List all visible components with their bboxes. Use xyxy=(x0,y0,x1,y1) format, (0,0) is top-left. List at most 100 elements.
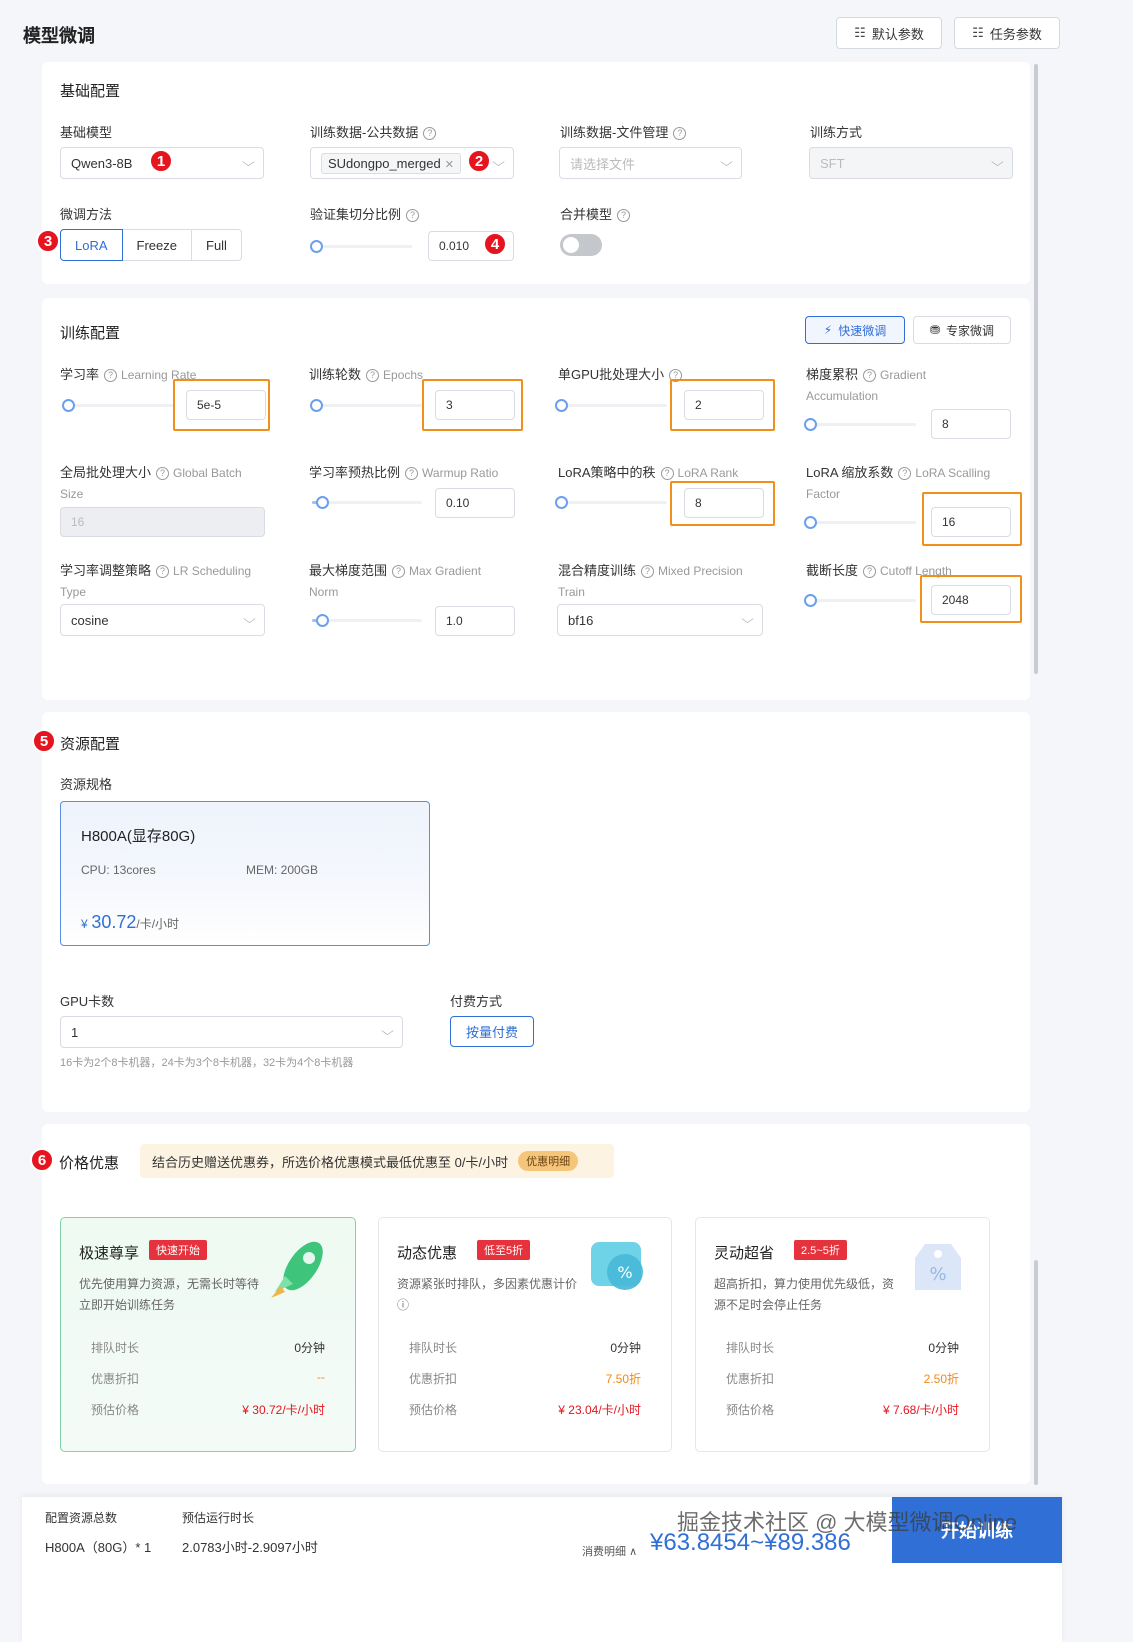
epochs-slider[interactable] xyxy=(310,399,422,412)
mem-spec: MEM: 200GB xyxy=(246,863,319,877)
slider-handle[interactable] xyxy=(555,496,568,509)
expert-finetune-button[interactable]: ⛃ 专家微调 xyxy=(913,316,1011,344)
discount-detail-link[interactable]: 优惠明细 xyxy=(518,1151,579,1171)
warmup-slider[interactable] xyxy=(312,496,422,509)
lr-slider[interactable] xyxy=(62,399,174,412)
help-icon: ? xyxy=(104,369,118,382)
help-icon: ? xyxy=(392,565,406,578)
total-resource-label: 配置资源总数 xyxy=(45,1511,118,1525)
help-icon: ? xyxy=(660,467,674,480)
resource-config-title: 资源配置 xyxy=(60,736,121,753)
slider-handle[interactable] xyxy=(555,399,568,412)
help-icon: ? xyxy=(673,127,687,140)
pricing-card-express[interactable]: 极速尊享 快速开始 优先使用算力资源，无需长时等待立即开始训练任务 排队时长 0分… xyxy=(60,1217,356,1452)
gpu-count-hint: 16卡为2个8卡机器，24卡为3个8卡机器，32卡为4个8卡机器 xyxy=(60,1057,354,1069)
train-mode-select: SFT ⌵ xyxy=(809,147,1013,179)
chevron-down-icon: ⌵ xyxy=(492,155,505,169)
pricing-title: 价格优惠 xyxy=(59,1155,120,1172)
slider-handle[interactable] xyxy=(804,418,817,431)
training-config-title: 训练配置 xyxy=(60,325,121,342)
file-data-select[interactable]: 请选择文件 ⌵ xyxy=(559,147,742,179)
max-grad-slider[interactable] xyxy=(312,614,422,627)
gpu-batch-label: 单GPU批处理大小? xyxy=(558,364,683,383)
warmup-label: 学习率预热比例? Warmup Ratio xyxy=(309,465,499,480)
slider-handle[interactable] xyxy=(310,240,323,253)
help-icon: ? xyxy=(641,565,655,578)
slider-handle[interactable] xyxy=(804,516,817,529)
slider-handle[interactable] xyxy=(804,594,817,607)
slider-handle[interactable] xyxy=(62,399,75,412)
gpu-count-select[interactable]: 1 ⌵ xyxy=(60,1016,403,1048)
train-mode-label: 训练方式 xyxy=(810,125,863,140)
annotation-badge-2: 2 xyxy=(467,149,491,173)
close-icon[interactable]: ✕ xyxy=(445,159,454,171)
warmup-input[interactable]: 0.10 xyxy=(435,488,515,518)
chevron-down-icon: ⌵ xyxy=(991,155,1004,169)
grad-acc-slider[interactable] xyxy=(804,418,916,431)
chevron-down-icon: ⌵ xyxy=(741,612,754,626)
gpu-name: H800A(显存80G) xyxy=(81,828,196,845)
slider-handle[interactable] xyxy=(316,614,329,627)
merge-model-toggle[interactable] xyxy=(560,234,602,256)
max-grad-label: 最大梯度范围? Max Gradient Norm xyxy=(309,563,482,599)
slider-handle[interactable] xyxy=(316,496,329,509)
chevron-down-icon: ⌵ xyxy=(381,1024,394,1038)
help-icon: ? xyxy=(366,369,380,382)
help-icon: ? xyxy=(406,209,420,222)
slider-handle[interactable] xyxy=(310,399,323,412)
method-lora[interactable]: LoRA xyxy=(60,229,123,261)
global-batch-input: 16 xyxy=(60,507,265,537)
pricing-card-economy[interactable]: 灵动超省 2.5~5折 超高折扣，算力使用优先级低，资源不足时会停止任务 % 排… xyxy=(695,1217,990,1452)
card-desc: 优先使用算力资源，无需长时等待立即开始训练任务 xyxy=(79,1277,260,1312)
max-grad-input[interactable]: 1.0 xyxy=(435,606,515,636)
lora-scale-slider[interactable] xyxy=(804,516,916,529)
gpu-price: ¥ 30.72/卡/小时 xyxy=(81,912,180,932)
cutoff-slider[interactable] xyxy=(804,594,916,607)
base-model-label: 基础模型 xyxy=(60,125,113,140)
pay-as-you-go-button[interactable]: 按量付费 xyxy=(450,1016,534,1047)
quick-finetune-button[interactable]: ⚡ 快速微调 xyxy=(805,316,905,344)
gpu-count-label: GPU卡数 xyxy=(60,994,115,1009)
lr-sched-select[interactable]: cosine ⌵ xyxy=(60,604,265,636)
list-icon: ☷ xyxy=(854,25,866,40)
val-split-slider[interactable] xyxy=(310,240,412,253)
card-tag: 2.5~5折 xyxy=(794,1240,847,1260)
task-params-button[interactable]: ☷ 任务参数 xyxy=(954,17,1060,49)
lora-rank-label: LoRA策略中的秩? LoRA Rank xyxy=(558,465,739,480)
basic-config-title: 基础配置 xyxy=(60,83,121,100)
gpu-batch-slider[interactable] xyxy=(555,399,667,412)
merge-model-label: 合并模型? xyxy=(560,204,631,223)
card-desc: 资源紧张时排队，多因素优惠计价 ⓘ xyxy=(397,1277,578,1312)
pricing-card-dynamic[interactable]: 动态优惠 低至5折 资源紧张时排队，多因素优惠计价 ⓘ % 排队时长 0分钟 优惠… xyxy=(378,1217,672,1452)
scrollbar[interactable] xyxy=(1034,64,1038,674)
runtime-label: 预估运行时长 xyxy=(182,1511,255,1525)
discount-row: 优惠折扣 7.50折 xyxy=(409,1372,641,1386)
pay-method-label: 付费方式 xyxy=(450,994,503,1009)
queue-row: 排队时长 0分钟 xyxy=(726,1341,959,1355)
top-bar: 模型微调 ☷ 默认参数 ☷ 任务参数 xyxy=(0,0,1133,62)
expert-icon: ⛃ xyxy=(929,323,941,337)
scrollbar[interactable] xyxy=(1034,1260,1038,1485)
cost-detail-toggle[interactable]: 消费明细 ∧ xyxy=(582,1543,637,1559)
discount-notice: 结合历史赠送优惠券，所选价格优惠模式最低优惠至 0/卡/小时 优惠明细 xyxy=(140,1144,614,1178)
selected-dataset-tag: SUdongpo_merged ✕ xyxy=(321,152,461,174)
finetune-method-segmented[interactable]: LoRA Freeze Full xyxy=(60,229,242,261)
chevron-down-icon: ⌵ xyxy=(720,155,733,169)
footer-bar: 配置资源总数 H800A（80G）* 1 预估运行时长 2.0783小时-2.9… xyxy=(22,1497,1062,1642)
svg-text:%: % xyxy=(929,1264,946,1285)
method-freeze[interactable]: Freeze xyxy=(121,229,192,261)
help-icon: ? xyxy=(423,127,437,140)
grad-acc-input[interactable]: 8 xyxy=(931,409,1011,439)
mixed-prec-select[interactable]: bf16 ⌵ xyxy=(557,604,763,636)
card-title: 动态优惠 xyxy=(397,1245,458,1262)
annotation-badge-3: 3 xyxy=(36,229,60,253)
gpu-spec-card[interactable]: H800A(显存80G) CPU: 13cores MEM: 200GB ¥ 3… xyxy=(60,801,430,946)
annotation-badge-6: 6 xyxy=(30,1148,54,1172)
rocket-icon xyxy=(271,1241,323,1298)
highlight-box xyxy=(670,481,775,526)
default-params-button[interactable]: ☷ 默认参数 xyxy=(836,17,942,49)
card-desc: 超高折扣，算力使用优先级低，资源不足时会停止任务 xyxy=(714,1277,895,1312)
method-full[interactable]: Full xyxy=(191,229,242,261)
highlight-box xyxy=(173,379,270,431)
lora-rank-slider[interactable] xyxy=(555,496,667,509)
